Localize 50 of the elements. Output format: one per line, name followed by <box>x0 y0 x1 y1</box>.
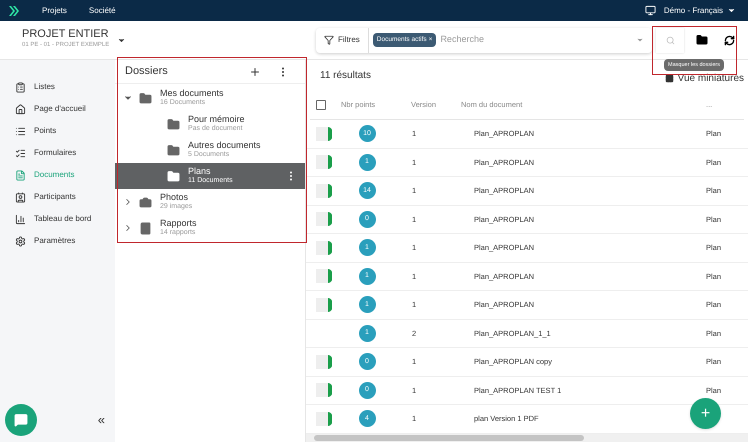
caret-icon[interactable] <box>727 6 736 15</box>
folder-icon <box>167 144 180 156</box>
folder-name: Mes documents <box>160 88 225 98</box>
sidebar-item[interactable]: Listes <box>0 76 115 98</box>
document-icon <box>15 170 26 180</box>
folder-name: Autres documents <box>188 140 262 150</box>
folder-icon <box>167 118 180 130</box>
home-icon <box>15 104 26 114</box>
list-icon <box>15 126 26 136</box>
logo-icon[interactable] <box>8 6 20 16</box>
folder-icon[interactable] <box>696 34 708 46</box>
nav-link[interactable]: Projets <box>42 4 67 16</box>
folder-icon <box>139 92 152 104</box>
chat-icon <box>14 413 28 427</box>
bar-chart-icon <box>15 214 26 224</box>
camera-icon <box>139 196 152 208</box>
filter-icon <box>324 35 334 45</box>
sidebar-item[interactable]: Points <box>0 120 115 142</box>
account-menu[interactable]: Démo - Français <box>664 4 723 16</box>
add-icon[interactable] <box>249 66 261 78</box>
sidebar-item[interactable]: Paramètres <box>0 230 115 252</box>
dropdown-caret-icon[interactable] <box>636 36 644 44</box>
search-input[interactable]: Recherche <box>440 33 636 47</box>
project-title[interactable]: PROJET ENTIER <box>22 29 110 40</box>
folder-name: Photos <box>160 192 190 202</box>
folder-name: Plans <box>188 166 212 176</box>
folder-icon <box>167 170 180 182</box>
sidebar-item[interactable]: Tableau de bord <box>0 208 115 230</box>
settings-icon <box>15 236 26 246</box>
nav-link[interactable]: Société <box>88 4 116 16</box>
chat-button[interactable] <box>5 404 37 436</box>
sidebar-item[interactable]: Participants <box>0 186 115 208</box>
monitor-icon[interactable] <box>644 5 656 16</box>
contact-card-icon <box>15 192 26 202</box>
search-icon <box>666 36 674 44</box>
results-count: 11 résultats <box>320 68 372 82</box>
collapse-button[interactable]: « <box>98 410 105 430</box>
horizontal-scrollbar[interactable] <box>306 434 748 442</box>
checklist-icon <box>15 148 26 158</box>
book-icon <box>139 222 152 234</box>
folder-name: Pour mémoire <box>188 114 246 124</box>
sidebar-item[interactable]: Formulaires <box>0 142 115 164</box>
thumbnail-view-toggle[interactable]: Vue miniatures <box>664 70 744 86</box>
folder-name: Rapports <box>160 218 198 228</box>
panel-title: Dossiers <box>125 64 169 80</box>
sidebar-item[interactable]: Page d'accueil <box>0 98 115 120</box>
clipboard-icon <box>15 82 26 92</box>
refresh-icon[interactable] <box>724 34 735 46</box>
select-all-checkbox[interactable] <box>316 100 326 110</box>
filter-button[interactable]: Filtres <box>316 28 369 52</box>
